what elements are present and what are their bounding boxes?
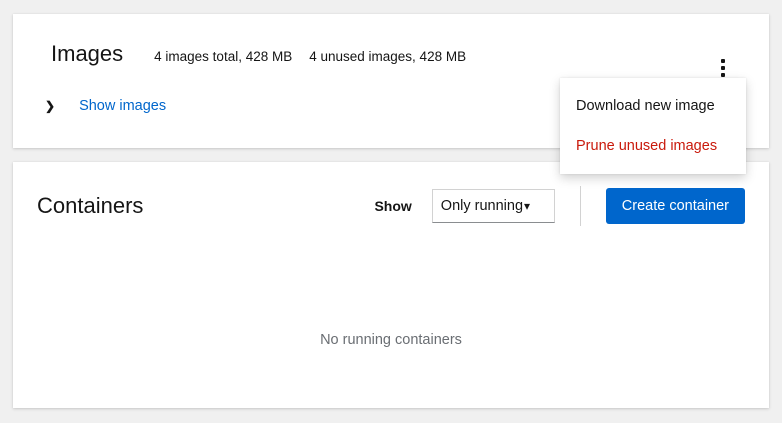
menu-item-prune-unused-images[interactable]: Prune unused images	[560, 126, 746, 166]
filter-selected-value: Only running	[441, 198, 523, 214]
chevron-right-icon: ❯	[45, 100, 55, 112]
show-filter-label: Show	[374, 198, 411, 214]
show-images-toggle[interactable]: ❯ Show images	[45, 98, 166, 114]
images-summaries: 4 images total, 428 MB 4 unused images, …	[154, 49, 466, 64]
containers-empty-state: No running containers	[13, 226, 769, 408]
show-images-label: Show images	[79, 98, 166, 114]
header-divider	[580, 186, 581, 226]
no-running-containers-text: No running containers	[320, 332, 462, 348]
containers-card: Containers Show Only running ▾ Create co…	[13, 162, 769, 408]
kebab-icon	[721, 59, 725, 63]
containers-filter-select[interactable]: Only running ▾	[432, 189, 555, 223]
menu-item-download-new-image[interactable]: Download new image	[560, 86, 746, 126]
images-title: Images	[51, 42, 123, 66]
images-card-header: Images 4 images total, 428 MB 4 unused i…	[13, 14, 769, 66]
create-container-button[interactable]: Create container	[606, 188, 745, 224]
kebab-icon	[721, 73, 725, 77]
caret-down-icon: ▾	[524, 200, 530, 212]
images-total-summary: 4 images total, 428 MB	[154, 49, 292, 64]
kebab-icon	[721, 66, 725, 70]
images-kebab-dropdown: Download new image Prune unused images	[560, 78, 746, 174]
images-unused-summary: 4 unused images, 428 MB	[309, 49, 466, 64]
containers-title: Containers	[37, 193, 143, 219]
